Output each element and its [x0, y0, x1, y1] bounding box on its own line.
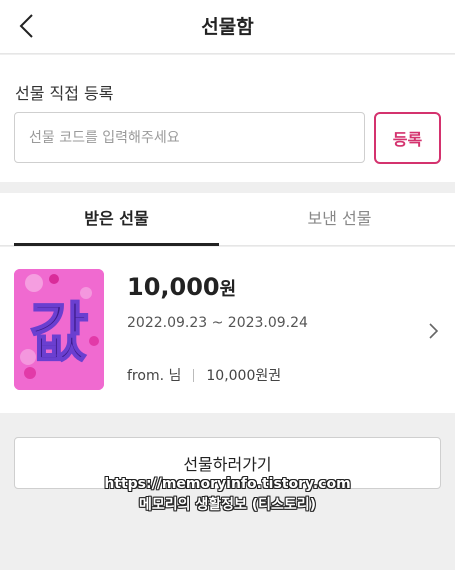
gift-thumbnail: 값 — [14, 269, 104, 390]
tab-sent-gifts[interactable]: 보낸 선물 — [237, 193, 442, 246]
gift-amount-value: 10,000 — [127, 273, 220, 301]
gift-image: 값 — [14, 269, 104, 390]
watermark-url: https://memoryinfo.tistory.com — [104, 476, 351, 492]
page-title: 선물함 — [201, 16, 254, 38]
gift-meta: from. 님 10,000원권 — [127, 365, 281, 385]
gift-register-section: 선물 직접 등록 등록 — [0, 55, 455, 182]
gift-tabs: 받은 선물 보낸 선물 — [0, 193, 455, 246]
chevron-right-icon[interactable] — [426, 319, 442, 343]
gift-amount-unit: 원 — [219, 279, 237, 300]
register-button[interactable]: 등록 — [374, 112, 441, 164]
gift-amount: 10,000원 — [127, 273, 236, 301]
gift-valid-period: 2022.09.23 ~ 2023.09.24 — [127, 315, 308, 331]
gift-voucher: 10,000원권 — [206, 368, 282, 384]
watermark-name: 메모리의 생활정보 (티스토리) — [138, 497, 317, 513]
tab-received-gifts[interactable]: 받은 선물 — [14, 193, 219, 246]
register-title: 선물 직접 등록 — [15, 84, 114, 103]
gift-list-item[interactable]: 값 10,000원 2022.09.23 ~ 2023.09.24 from. … — [0, 247, 455, 413]
meta-divider — [193, 368, 195, 382]
app-header: 선물함 — [0, 0, 455, 54]
gift-sender: from. 님 — [127, 368, 182, 384]
gift-image-text: 값 — [30, 297, 89, 371]
gift-code-input[interactable] — [14, 112, 365, 163]
